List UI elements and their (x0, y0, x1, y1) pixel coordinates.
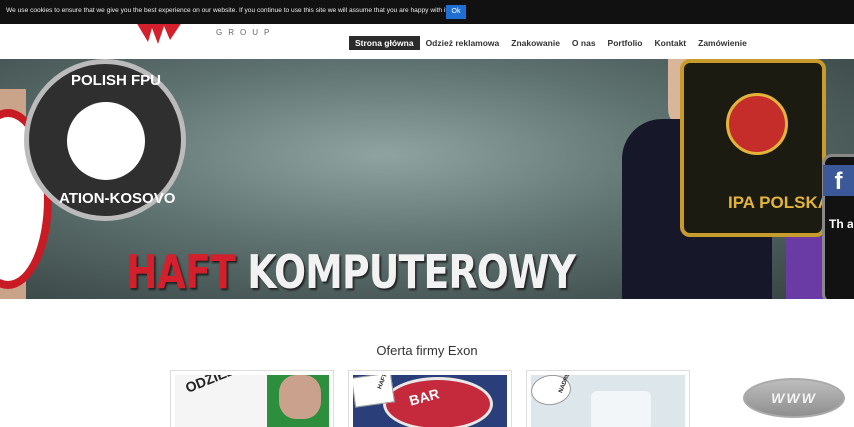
site-header: GROUP Strona główna Odzież reklamowa Zna… (0, 22, 854, 59)
ipa-patch-text: IPA POLSKA (728, 193, 831, 212)
clothing-image: ODZIEŻ REKLAMOWA (175, 375, 329, 427)
www-badge[interactable]: WWW (743, 378, 845, 418)
patch-top-text: POLISH FPU (71, 72, 162, 89)
cookie-message: We use cookies to ensure that we give yo… (6, 7, 450, 14)
cookie-bar: We use cookies to ensure that we give yo… (0, 0, 854, 24)
hero-title: HAFT KOMPUTEROWY (126, 245, 576, 299)
globe-icon (726, 93, 788, 155)
print-image: NADRUK (531, 375, 685, 427)
monitor-tag-icon: HAFT (353, 375, 395, 408)
patch-bottom-text: ATION-KOSOVO (59, 190, 176, 207)
nav-contact[interactable]: Kontakt (649, 36, 693, 50)
nav-order[interactable]: Zamówienie (692, 36, 753, 50)
hero-banner: POLISH FPU ATION-KOSOVO HAFT KOMPUTEROWY… (0, 59, 854, 299)
ipa-patch-image: IPA POLSKA (680, 59, 830, 237)
www-label: WWW (771, 390, 817, 406)
offer-title: Oferta firmy Exon (376, 343, 478, 358)
logo-icon[interactable] (134, 22, 184, 46)
logo-subtitle: GROUP (216, 28, 276, 37)
patch-emblem-icon (67, 102, 145, 180)
main-nav: Strona główna Odzież reklamowa Znakowani… (349, 36, 753, 50)
offer-card-embroidery[interactable]: BAR HAFT (348, 370, 512, 427)
nav-home[interactable]: Strona główna (349, 36, 420, 50)
cookie-ok-button[interactable]: Ok (446, 5, 466, 19)
offer-card-print[interactable]: NADRUK (526, 370, 690, 427)
right-patch-text: Th am (829, 217, 853, 231)
nav-portfolio[interactable]: Portfolio (602, 36, 649, 50)
hero-title-white: KOMPUTEROWY (247, 245, 576, 299)
nav-about[interactable]: O nas (566, 36, 602, 50)
embroidery-image: BAR HAFT (353, 375, 507, 427)
hero-title-red: HAFT (126, 245, 236, 299)
card-embroidery-tag: HAFT (377, 375, 389, 391)
polish-fpu-patch-image: POLISH FPU ATION-KOSOVO (24, 59, 186, 221)
nav-promotional-clothing[interactable]: Odzież reklamowa (420, 36, 506, 50)
facebook-icon[interactable]: f (823, 165, 854, 196)
offer-card-clothing[interactable]: ODZIEŻ REKLAMOWA (170, 370, 334, 427)
nav-marking[interactable]: Znakowanie (505, 36, 566, 50)
